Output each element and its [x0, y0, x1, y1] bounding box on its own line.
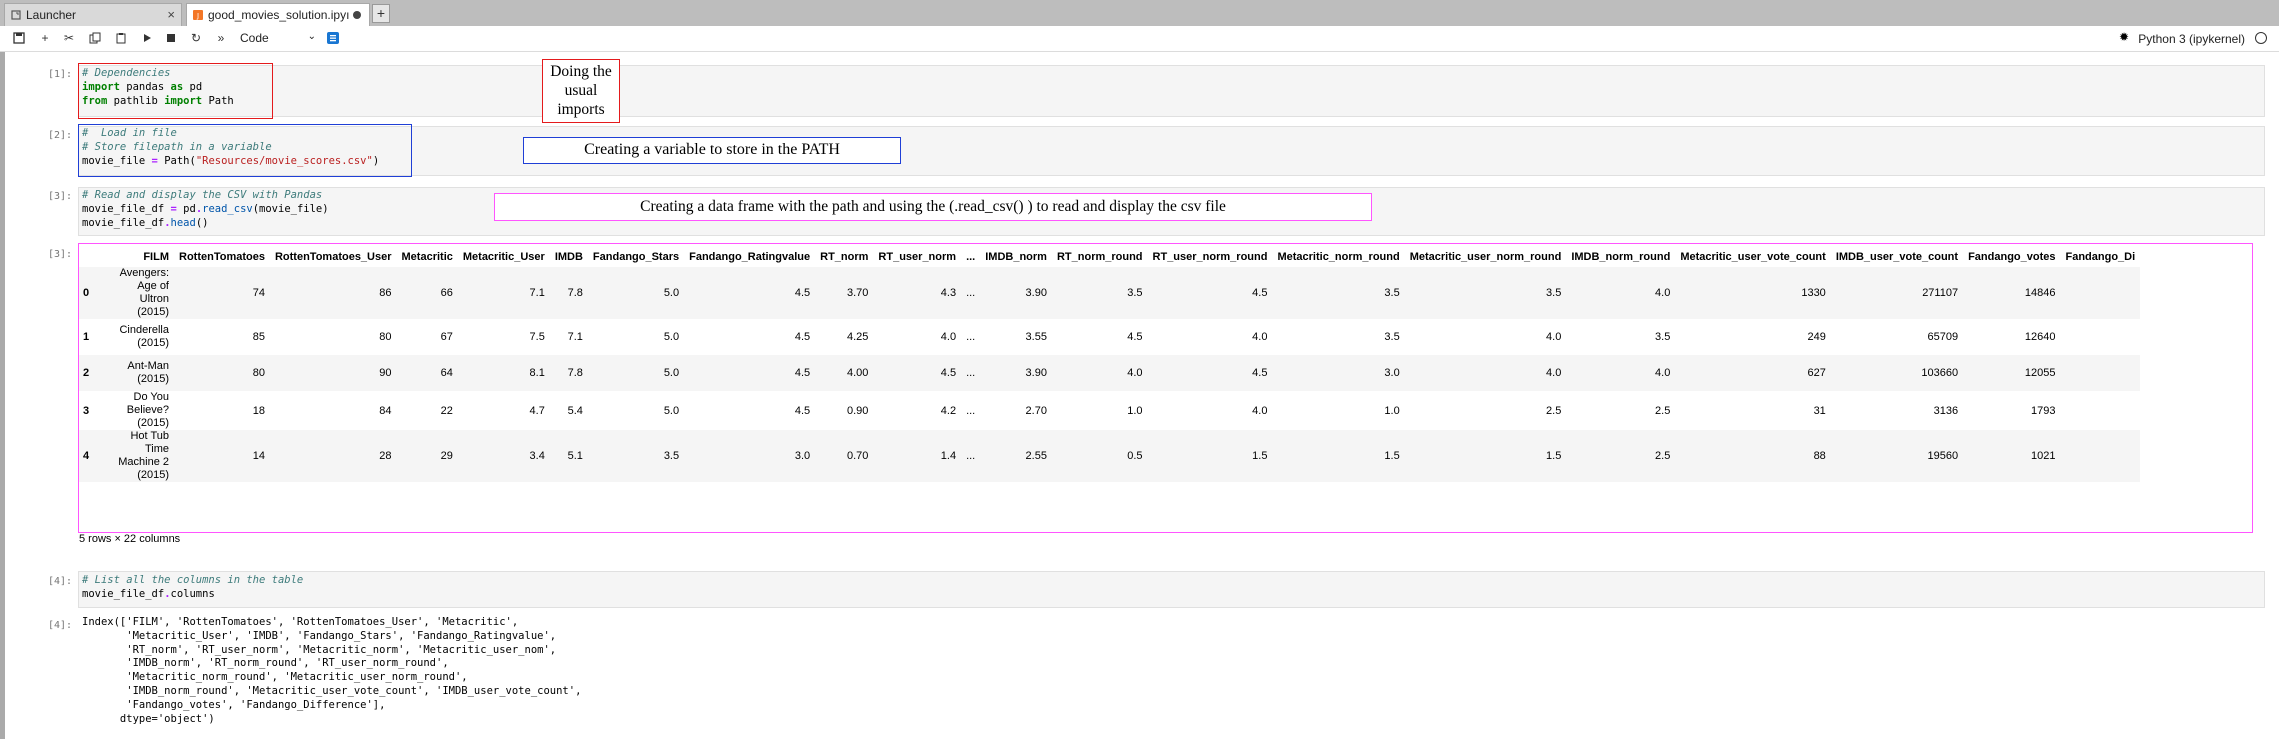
annotation-path: Creating a variable to store in the PATH: [523, 137, 901, 164]
left-scroll-edge: [0, 52, 5, 739]
code-editor[interactable]: # Read and display the CSV with Pandas m…: [82, 189, 329, 230]
launcher-icon: [11, 10, 21, 20]
svg-text:J: J: [196, 12, 199, 20]
tab-launcher[interactable]: Launcher ×: [4, 3, 182, 26]
output-line: Index(['FILM', 'RottenTomatoes', 'Rotten…: [82, 616, 519, 628]
cell-prompt: [3]:: [48, 191, 73, 202]
kernel-status-icon: [2255, 32, 2267, 44]
cell-type-value: Code: [240, 31, 269, 45]
cell-prompt: [2]:: [48, 130, 73, 141]
columns-output: Index(['FILM', 'RottenTomatoes', 'Rotten…: [82, 616, 581, 726]
cell-type-select[interactable]: Code ⌄: [240, 31, 320, 46]
unsaved-dot-icon[interactable]: [353, 11, 361, 19]
annotation-box: [78, 63, 273, 119]
cell-prompt: [1]:: [48, 69, 73, 80]
annotation-box: [78, 124, 412, 177]
code-cell[interactable]: [78, 571, 2265, 608]
fast-forward-icon[interactable]: »: [213, 30, 229, 46]
table-shape: 5 rows × 22 columns: [79, 533, 181, 545]
kernel-name[interactable]: Python 3 (ipykernel): [2138, 32, 2245, 46]
cut-icon[interactable]: ✂: [61, 30, 77, 46]
paste-icon[interactable]: [113, 30, 129, 46]
output-line: dtype='object'): [82, 712, 215, 725]
tab-notebook[interactable]: J good_movies_solution.ipyı: [186, 3, 370, 26]
cell-prompt: [4]:: [48, 576, 73, 587]
output-line: 'IMDB_norm_round', 'Metacritic_user_vote…: [82, 684, 582, 697]
run-icon[interactable]: [139, 30, 155, 46]
annotation-box: [78, 243, 2253, 533]
code-cell[interactable]: [78, 65, 2265, 117]
output-prompt: [3]:: [48, 249, 73, 260]
restart-icon[interactable]: ↻: [188, 30, 204, 46]
close-icon[interactable]: ×: [167, 7, 175, 22]
new-tab-button[interactable]: +: [372, 4, 390, 23]
output-line: 'IMDB_norm', 'RT_norm_round', 'RT_user_n…: [82, 657, 449, 670]
code-editor[interactable]: # List all the columns in the table movi…: [82, 574, 303, 602]
bug-icon[interactable]: ✹: [2119, 30, 2129, 44]
annotation-dataframe: Creating a data frame with the path and …: [494, 193, 1372, 221]
add-cell-icon[interactable]: +: [37, 30, 53, 46]
chevron-down-icon: ⌄: [307, 31, 316, 42]
tab-label: Launcher: [26, 8, 77, 22]
output-line: 'Metacritic_norm_round', 'Metacritic_use…: [82, 671, 468, 684]
save-icon[interactable]: [11, 30, 27, 46]
property-inspector-icon[interactable]: [325, 30, 341, 46]
tab-label: good_movies_solution.ipyı: [208, 8, 350, 22]
tab-bar: Launcher × J good_movies_solution.ipyı +: [0, 0, 2279, 26]
notebook-toolbar: + ✂ ↻ » Code ⌄ ✹ Python 3 (ipykernel): [0, 26, 2279, 52]
stop-icon[interactable]: [163, 30, 179, 46]
annotation-imports: Doing the usual imports: [542, 59, 620, 123]
output-line: 'Fandango_votes', 'Fandango_Difference']…: [82, 698, 386, 711]
output-line: 'RT_norm', 'RT_user_norm', 'Metacritic_n…: [82, 643, 557, 656]
output-line: 'Metacritic_User', 'IMDB', 'Fandango_Sta…: [82, 629, 557, 642]
output-prompt: [4]:: [48, 620, 73, 631]
notebook-icon: J: [193, 10, 203, 20]
copy-icon[interactable]: [87, 30, 103, 46]
